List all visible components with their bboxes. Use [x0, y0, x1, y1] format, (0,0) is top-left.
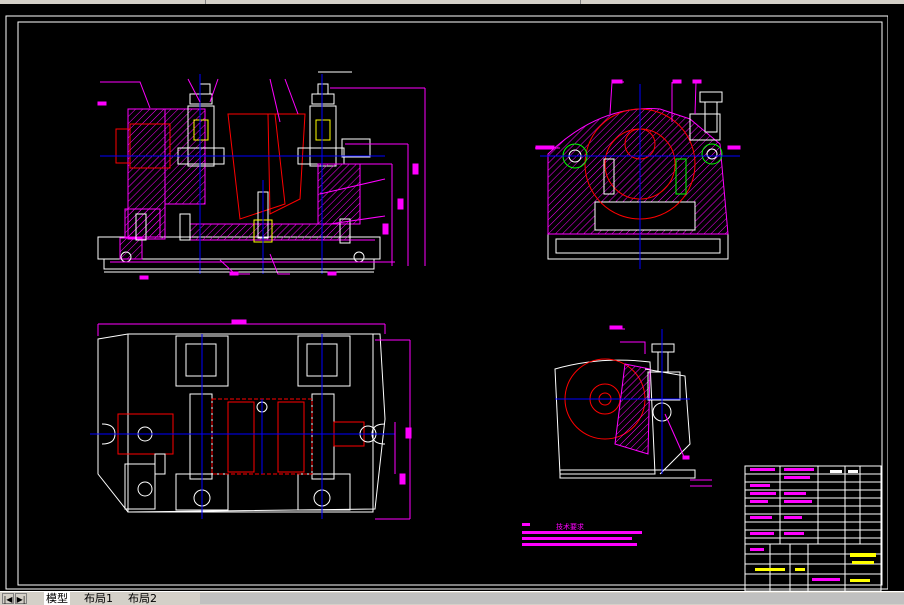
first-tab-button[interactable]: |◀	[2, 593, 14, 604]
last-tab-button[interactable]: ▶|	[15, 593, 27, 604]
tab-layout2[interactable]: 布局2	[128, 592, 157, 605]
tab-model[interactable]: 模型	[44, 592, 70, 605]
vertical-scrollbar-area[interactable]	[888, 4, 904, 591]
tab-layout1[interactable]: 布局1	[84, 592, 113, 605]
drawing-canvas[interactable]: 技术要求	[0, 4, 904, 591]
cad-drawing[interactable]: 技术要求	[0, 4, 904, 591]
layout-tab-bar: |◀ ▶| 模型 布局1 布局2	[0, 591, 904, 605]
note-title: 技术要求	[556, 522, 584, 531]
horizontal-scrollbar[interactable]	[200, 593, 904, 604]
